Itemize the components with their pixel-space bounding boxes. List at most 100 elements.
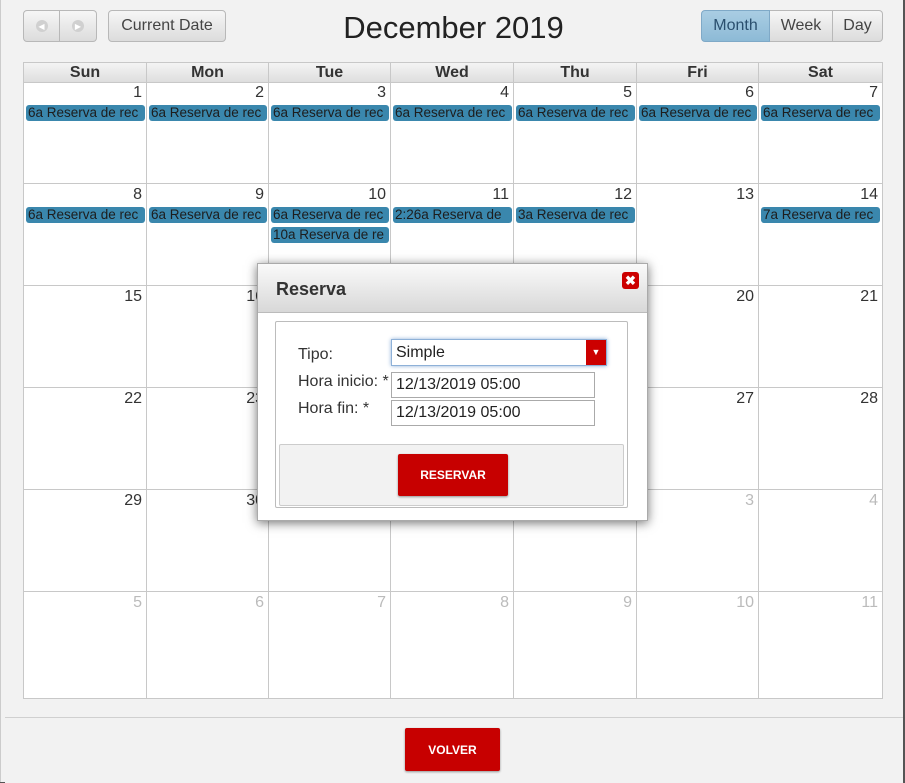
day-cell[interactable]: 11 — [759, 592, 882, 698]
dialog-button-bar: RESERVAR — [279, 444, 624, 506]
calendar-event[interactable]: 6a Reserva de rec — [26, 105, 145, 121]
view-month-button[interactable]: Month — [701, 10, 770, 42]
day-number: 1 — [133, 84, 142, 101]
day-number: 7 — [869, 84, 878, 101]
weekday-header-sun: Sun — [24, 63, 147, 82]
weekday-header-thu: Thu — [514, 63, 637, 82]
day-cell[interactable]: 20 — [637, 286, 759, 388]
day-cell[interactable]: 6 — [147, 592, 269, 698]
day-number: 9 — [255, 186, 264, 203]
day-number: 2 — [255, 84, 264, 101]
day-number: 3 — [745, 492, 754, 509]
day-number: 15 — [124, 288, 142, 305]
day-number: 14 — [860, 186, 878, 203]
view-switcher: Month Week Day — [701, 10, 883, 42]
day-cell[interactable]: 9 — [514, 592, 637, 698]
weekday-header-mon: Mon — [147, 63, 269, 82]
day-cell[interactable]: 28 — [759, 388, 882, 490]
day-number: 10 — [368, 186, 386, 203]
day-cell[interactable]: 10 — [637, 592, 759, 698]
day-number: 27 — [736, 390, 754, 407]
hora-inicio-input[interactable] — [391, 372, 595, 398]
day-number: 6 — [255, 594, 264, 611]
day-cell[interactable]: 6 6a Reserva de rec — [637, 82, 759, 184]
calendar-event[interactable]: 6a Reserva de rec — [393, 105, 512, 121]
day-number: 22 — [124, 390, 142, 407]
day-number: 11 — [861, 594, 878, 611]
calendar-event[interactable]: 6a Reserva de rec — [639, 105, 757, 121]
hora-fin-label: Hora fin: * — [298, 400, 370, 417]
day-number: 6 — [745, 84, 754, 101]
tipo-select[interactable]: Simple ▼ — [391, 339, 607, 366]
footer-bar: VOLVER — [5, 717, 903, 783]
reserva-dialog: Reserva ✖ Tipo: Simple ▼ Hora inicio: * … — [257, 263, 648, 521]
calendar-event[interactable]: 6a Reserva de rec — [271, 105, 389, 121]
day-cell[interactable]: 1 6a Reserva de rec — [24, 82, 147, 184]
calendar-event[interactable]: 6a Reserva de rec — [516, 105, 635, 121]
weekday-header-wed: Wed — [391, 63, 514, 82]
day-cell[interactable]: 21 — [759, 286, 882, 388]
day-cell[interactable]: 15 — [24, 286, 147, 388]
day-number: 4 — [869, 492, 878, 509]
chevron-down-icon[interactable]: ▼ — [584, 340, 606, 365]
day-number: 12 — [614, 186, 632, 203]
weekday-header-fri: Fri — [637, 63, 759, 82]
day-number: 8 — [500, 594, 509, 611]
day-number: 9 — [623, 594, 632, 611]
calendar-event[interactable]: 6a Reserva de rec — [149, 105, 267, 121]
volver-button[interactable]: VOLVER — [405, 728, 500, 771]
weekday-header-row: Sun Mon Tue Wed Thu Fri Sat — [24, 63, 882, 83]
weekday-header-tue: Tue — [269, 63, 391, 82]
calendar-event[interactable]: 3a Reserva de rec — [516, 207, 635, 223]
day-cell[interactable]: 3 6a Reserva de rec — [269, 82, 391, 184]
day-cell[interactable]: 30 — [147, 490, 269, 592]
close-icon[interactable]: ✖ — [622, 272, 639, 289]
day-cell[interactable]: 23 — [147, 388, 269, 490]
calendar-event[interactable]: 10a Reserva de re — [271, 227, 389, 243]
day-cell[interactable]: 7 6a Reserva de rec — [759, 82, 882, 184]
day-cell[interactable]: 3 — [637, 490, 759, 592]
day-number: 7 — [377, 594, 386, 611]
day-cell[interactable]: 14 7a Reserva de rec — [759, 184, 882, 286]
day-cell[interactable]: 4 — [759, 490, 882, 592]
day-number: 11 — [492, 186, 509, 203]
day-number: 4 — [500, 84, 509, 101]
calendar-event[interactable]: 6a Reserva de rec — [271, 207, 389, 223]
day-cell[interactable]: 16 — [147, 286, 269, 388]
dialog-header: Reserva ✖ — [258, 264, 647, 313]
tipo-select-value: Simple — [396, 344, 445, 361]
dialog-form: Tipo: Simple ▼ Hora inicio: * Hora fin: … — [275, 321, 628, 508]
view-week-button[interactable]: Week — [770, 10, 833, 42]
day-cell[interactable]: 22 — [24, 388, 147, 490]
day-cell[interactable]: 8 — [391, 592, 514, 698]
day-cell[interactable]: 5 — [24, 592, 147, 698]
tipo-label: Tipo: — [298, 346, 333, 363]
calendar-event[interactable]: 2:26a Reserva de — [393, 207, 512, 223]
day-cell[interactable]: 27 — [637, 388, 759, 490]
calendar-event[interactable]: 6a Reserva de rec — [26, 207, 145, 223]
dialog-title: Reserva — [276, 279, 347, 299]
day-number: 13 — [736, 186, 754, 203]
view-day-button[interactable]: Day — [833, 10, 883, 42]
day-cell[interactable]: 29 — [24, 490, 147, 592]
day-number: 29 — [124, 492, 142, 509]
day-number: 3 — [377, 84, 386, 101]
day-number: 5 — [623, 84, 632, 101]
weekday-header-sat: Sat — [808, 64, 833, 81]
day-cell[interactable]: 4 6a Reserva de rec — [391, 82, 514, 184]
reservar-button[interactable]: RESERVAR — [398, 454, 508, 496]
day-number: 10 — [736, 594, 754, 611]
day-cell[interactable]: 9 6a Reserva de rec — [147, 184, 269, 286]
hora-inicio-label: Hora inicio: * — [298, 373, 389, 390]
calendar-event[interactable]: 7a Reserva de rec — [761, 207, 880, 223]
day-cell[interactable]: 5 6a Reserva de rec — [514, 82, 637, 184]
hora-fin-input[interactable] — [391, 400, 595, 426]
day-cell[interactable]: 2 6a Reserva de rec — [147, 82, 269, 184]
day-cell[interactable]: 8 6a Reserva de rec — [24, 184, 147, 286]
day-cell[interactable]: 13 — [637, 184, 759, 286]
day-cell[interactable]: 7 — [269, 592, 391, 698]
day-number: 8 — [133, 186, 142, 203]
calendar-event[interactable]: 6a Reserva de rec — [149, 207, 267, 223]
calendar-event[interactable]: 6a Reserva de rec — [761, 105, 880, 121]
day-number: 21 — [860, 288, 878, 305]
